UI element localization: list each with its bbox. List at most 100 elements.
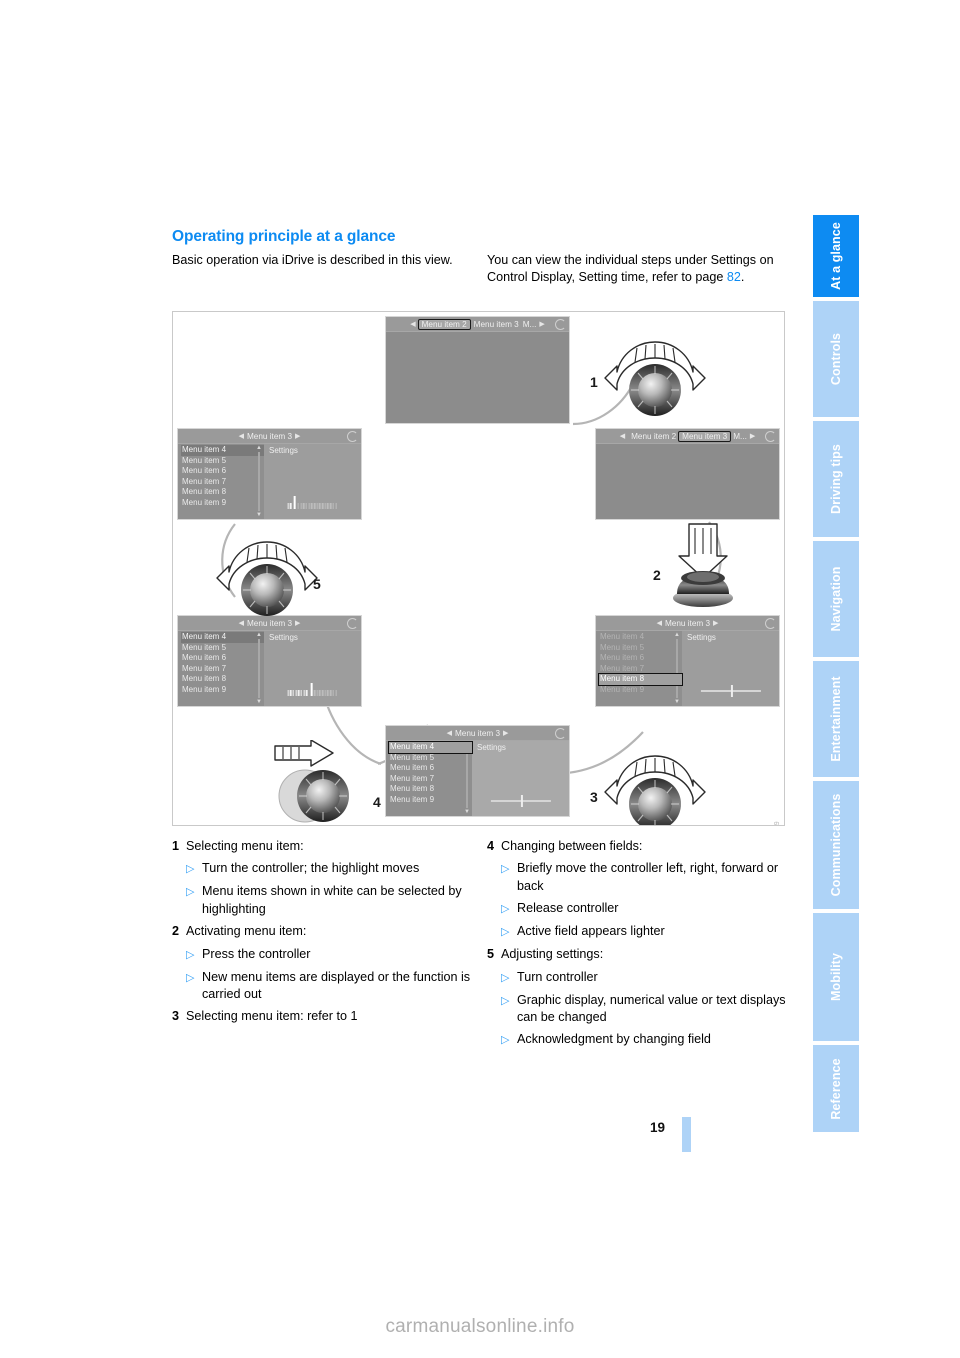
instruction-step: 5 Adjusting settings: [487,946,787,963]
left-arrow-icon: ◀ [238,433,244,440]
scrollbar[interactable]: ▲ ▼ [674,632,680,705]
menu-list[interactable]: Menu item 4 Menu item 5 Menu item 6 Menu… [178,631,264,706]
sidebar-tab-entertainment[interactable]: Entertainment [813,661,859,779]
scroll-up-icon[interactable]: ▲ [256,445,262,451]
list-item[interactable]: Menu item 5 [181,456,264,467]
slider-bar [327,503,329,509]
screen-bottom-right[interactable]: ◀ Menu item 3 ▶ Menu item 4 Menu item 5 … [595,615,780,707]
bullet-text: Menu items shown in white can be selecte… [202,884,462,916]
scrollbar[interactable]: ▲ ▼ [256,445,262,518]
settings-panel[interactable]: Settings [264,631,361,706]
list-item[interactable]: Menu item 7 [599,664,682,675]
page-number: 19 [650,1120,666,1135]
screen-bottom-left[interactable]: ◀ Menu item 3 ▶ Menu item 4 Menu item 5 … [177,615,362,707]
tab-3[interactable]: M... [523,320,537,329]
sidebar-tab-at-a-glance[interactable]: At a glance [813,215,859,299]
list-item[interactable]: Menu item 6 [181,466,264,477]
scroll-track[interactable] [258,452,260,511]
sidebar-tab-navigation[interactable]: Navigation [813,541,859,659]
screen-bottom-center[interactable]: ◀ Menu item 3 ▶ Menu item 4 Menu item 5 … [385,725,570,817]
scrollbar[interactable]: ▲ ▼ [464,742,470,815]
list-item[interactable]: Menu item 8 [181,674,264,685]
tab-3[interactable]: M... [730,432,747,441]
sidebar-tab-driving-tips[interactable]: Driving tips [813,421,859,539]
slider-knob[interactable] [520,795,523,807]
list-item[interactable]: Menu item 6 [181,653,264,664]
list-item[interactable]: Menu item 6 [389,763,472,774]
site-watermark: carmanualsonline.info [385,1316,575,1337]
triangle-bullet-icon: ▷ [501,971,510,984]
scroll-track[interactable] [676,639,678,698]
screen-empty-body [596,444,779,519]
tab-1[interactable]: Menu item 2 [628,432,679,441]
list-item[interactable]: Menu item 4 [181,445,264,456]
screen-mid-right[interactable]: ◀ Menu item 2 Menu item 3 M... ▶ [595,428,780,520]
right-arrow-icon: ▶ [749,433,756,440]
settings-panel[interactable]: Settings [264,444,361,519]
tab-2[interactable]: Menu item 3 [470,320,523,329]
slider-bar [313,690,316,696]
list-item-selected[interactable]: Menu item 8 [598,673,683,686]
left-arrow-icon: ◀ [446,730,452,737]
tab-selected[interactable]: Menu item 3 [678,430,732,442]
list-item[interactable]: Menu item 7 [181,477,264,488]
screen-top-center[interactable]: ◀ Menu item 2 Menu item 3 M... ▶ [385,316,570,424]
page-reference-link[interactable]: 82 [727,270,741,284]
screen-body: Menu item 4 Menu item 5 Menu item 6 Menu… [596,631,779,706]
sidebar-tab-controls[interactable]: Controls [813,301,859,419]
list-item[interactable]: Menu item 7 [389,774,472,785]
list-item[interactable]: Menu item 6 [599,653,682,664]
bar-slider-widget[interactable] [287,683,338,696]
scroll-down-icon[interactable]: ▼ [256,512,262,518]
scrollbar[interactable]: ▲ ▼ [256,632,262,705]
list-item[interactable]: Menu item 9 [389,795,472,806]
controller-knob-rotate-5 [216,541,318,616]
bullet-text: Turn the controller; the highlight moves [202,861,420,876]
list-item[interactable]: Menu item 4 [599,632,682,643]
slider-bar [321,690,324,696]
list-item[interactable]: Menu item 7 [181,664,264,675]
slider-knob[interactable] [730,685,733,697]
controller-knob-rotate-1 [604,341,706,416]
list-item-selected[interactable]: Menu item 4 [388,741,473,754]
list-item[interactable]: Menu item 4 [181,632,264,643]
list-item[interactable]: Menu item 8 [181,487,264,498]
slider-knob[interactable] [294,496,297,509]
list-item[interactable]: Menu item 5 [389,753,472,764]
instruction-bullet: ▷ Graphic display, numerical value or tex… [487,992,787,1027]
slider-bar [327,690,329,696]
scroll-track[interactable] [466,749,468,808]
scroll-down-icon[interactable]: ▼ [674,699,680,705]
scroll-down-icon[interactable]: ▼ [464,809,470,815]
scroll-up-icon[interactable]: ▲ [674,632,680,638]
list-item[interactable]: Menu item 8 [389,784,472,795]
line-slider-widget[interactable] [490,795,551,807]
menu-list[interactable]: Menu item 4 Menu item 5 Menu item 6 Menu… [596,631,683,706]
scroll-track[interactable] [258,639,260,698]
list-item[interactable]: Menu item 5 [599,643,682,654]
screen-mid-left[interactable]: ◀ Menu item 3 ▶ Menu item 4 Menu item 5 … [177,428,362,520]
sidebar-tab-reference[interactable]: Reference [813,1045,859,1134]
tab-selected[interactable]: Menu item 2 [417,318,471,330]
list-item[interactable]: Menu item 9 [599,685,682,696]
menu-list[interactable]: Menu item 4 Menu item 5 Menu item 6 Menu… [386,741,473,816]
slider-knob[interactable] [310,683,313,696]
bar-slider-widget[interactable] [287,496,338,509]
list-item[interactable]: Menu item 9 [181,498,264,509]
settings-panel[interactable]: Settings [472,741,569,816]
scroll-up-icon[interactable]: ▲ [256,632,262,638]
controller-knob-rotate-3 [604,755,706,825]
instruction-bullet: ▷ Briefly move the controller left, right… [487,860,787,895]
scroll-down-icon[interactable]: ▼ [256,699,262,705]
list-item[interactable]: Menu item 5 [181,643,264,654]
sidebar-tab-label: At a glance [829,222,843,290]
sidebar-tab-communications[interactable]: Communications [813,781,859,911]
callout-number-2: 2 [653,567,661,583]
sidebar-tab-mobility[interactable]: Mobility [813,913,859,1043]
screen-body: Menu item 4 Menu item 5 Menu item 6 Menu… [178,444,361,519]
menu-list[interactable]: Menu item 4 Menu item 5 Menu item 6 Menu… [178,444,264,519]
line-slider-widget[interactable] [700,685,761,697]
slider-bar [332,503,334,509]
list-item[interactable]: Menu item 9 [181,685,264,696]
settings-panel[interactable]: Settings [682,631,779,706]
